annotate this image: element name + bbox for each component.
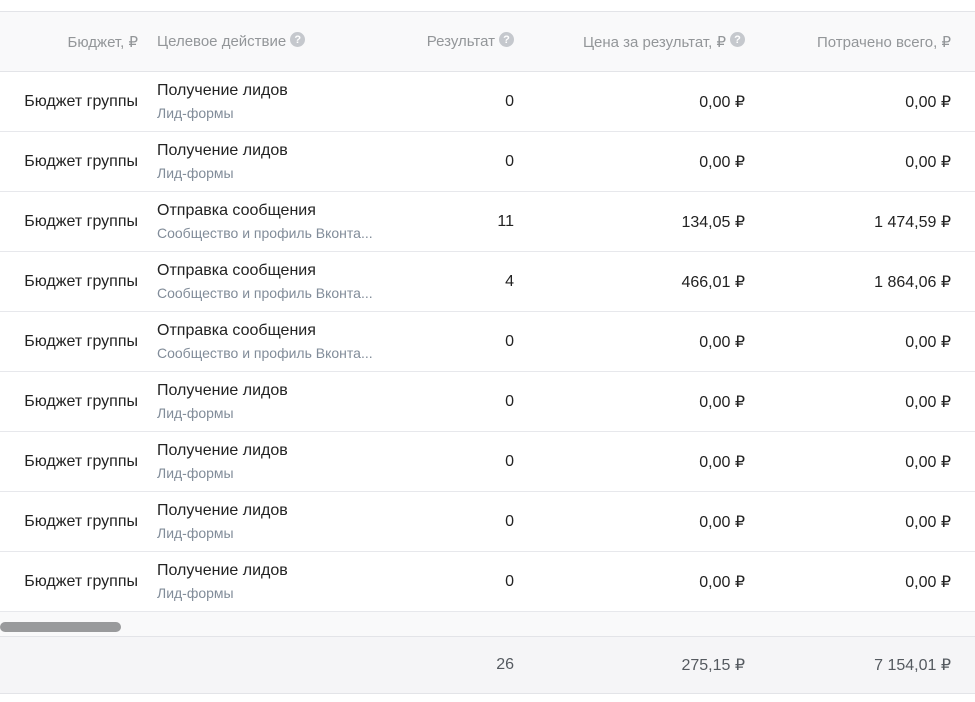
table-top-border — [0, 0, 975, 12]
price-cell: 0,00 ₽ — [699, 153, 745, 171]
budget-cell: Бюджет группы — [24, 212, 138, 230]
action-title: Получение лидов — [157, 382, 288, 399]
action-cell: Отправка сообщения Сообщество и профиль … — [157, 252, 397, 311]
horizontal-scrollbar[interactable] — [0, 612, 975, 636]
result-cell: 0 — [505, 332, 514, 350]
result-cell: 0 — [505, 512, 514, 530]
result-cell: 11 — [497, 212, 514, 230]
column-header-action[interactable]: Целевое действие ? — [157, 12, 397, 71]
action-subtitle: Сообщество и профиль Вконта... — [157, 345, 373, 361]
budget-cell: Бюджет группы — [24, 272, 138, 290]
column-header-price-label: Цена за результат, ₽ — [582, 33, 726, 51]
spent-cell: 0,00 ₽ — [905, 393, 951, 411]
spent-cell: 1 864,06 ₽ — [874, 273, 951, 291]
column-header-budget[interactable]: Бюджет, ₽ — [0, 12, 147, 71]
totals-row: 26 275,15 ₽ 7 154,01 ₽ — [0, 636, 975, 694]
budget-cell: Бюджет группы — [24, 572, 138, 590]
total-result: 26 — [496, 656, 514, 673]
price-cell: 0,00 ₽ — [699, 333, 745, 351]
spent-cell: 0,00 ₽ — [905, 333, 951, 351]
action-cell: Получение лидов Лид-формы — [157, 132, 397, 191]
table-row[interactable]: Бюджет группы Получение лидов Лид-формы … — [0, 552, 975, 612]
price-cell: 0,00 ₽ — [699, 453, 745, 471]
budget-cell: Бюджет группы — [24, 452, 138, 470]
result-cell: 0 — [505, 392, 514, 410]
total-spent: 7 154,01 ₽ — [874, 657, 951, 674]
action-title: Получение лидов — [157, 82, 288, 99]
budget-cell: Бюджет группы — [24, 332, 138, 350]
budget-cell: Бюджет группы — [24, 92, 138, 110]
action-subtitle: Лид-формы — [157, 465, 234, 481]
action-cell: Получение лидов Лид-формы — [157, 72, 397, 131]
column-header-budget-label: Бюджет, ₽ — [67, 33, 138, 51]
price-cell: 466,01 ₽ — [681, 273, 745, 291]
table-row[interactable]: Бюджет группы Получение лидов Лид-формы … — [0, 492, 975, 552]
action-title: Отправка сообщения — [157, 202, 316, 219]
spent-cell: 0,00 ₽ — [905, 153, 951, 171]
price-cell: 134,05 ₽ — [681, 213, 745, 231]
ads-stats-table: Бюджет, ₽ Целевое действие ? Результат ?… — [0, 12, 975, 612]
table-row[interactable]: Бюджет группы Получение лидов Лид-формы … — [0, 432, 975, 492]
column-header-price[interactable]: Цена за результат, ₽ ? — [520, 12, 745, 71]
result-cell: 4 — [505, 272, 514, 290]
help-icon[interactable]: ? — [730, 32, 745, 47]
budget-cell: Бюджет группы — [24, 512, 138, 530]
action-title: Получение лидов — [157, 442, 288, 459]
column-header-result-label: Результат — [426, 33, 495, 50]
action-subtitle: Лид-формы — [157, 525, 234, 541]
action-subtitle: Сообщество и профиль Вконта... — [157, 225, 373, 241]
spent-cell: 0,00 ₽ — [905, 93, 951, 111]
action-subtitle: Сообщество и профиль Вконта... — [157, 285, 373, 301]
action-title: Отправка сообщения — [157, 262, 316, 279]
table-row[interactable]: Бюджет группы Получение лидов Лид-формы … — [0, 132, 975, 192]
help-icon[interactable]: ? — [290, 32, 306, 47]
result-cell: 0 — [505, 452, 514, 470]
table-row[interactable]: Бюджет группы Отправка сообщения Сообщес… — [0, 312, 975, 372]
table-row[interactable]: Бюджет группы Отправка сообщения Сообщес… — [0, 192, 975, 252]
action-subtitle: Лид-формы — [157, 585, 234, 601]
action-cell: Отправка сообщения Сообщество и профиль … — [157, 192, 397, 251]
column-header-result[interactable]: Результат ? — [400, 12, 514, 71]
column-header-action-label: Целевое действие — [157, 33, 287, 50]
action-cell: Получение лидов Лид-формы — [157, 372, 397, 431]
column-header-spent-label: Потрачено всего, ₽ — [817, 33, 951, 51]
budget-cell: Бюджет группы — [24, 392, 138, 410]
help-icon[interactable]: ? — [499, 32, 514, 47]
price-cell: 0,00 ₽ — [699, 393, 745, 411]
price-cell: 0,00 ₽ — [699, 93, 745, 111]
spent-cell: 0,00 ₽ — [905, 573, 951, 591]
result-cell: 0 — [505, 572, 514, 590]
spent-cell: 1 474,59 ₽ — [874, 213, 951, 231]
action-title: Отправка сообщения — [157, 322, 316, 339]
table-header-row: Бюджет, ₽ Целевое действие ? Результат ?… — [0, 12, 975, 72]
price-cell: 0,00 ₽ — [699, 513, 745, 531]
result-cell: 0 — [505, 152, 514, 170]
action-title: Получение лидов — [157, 142, 288, 159]
scrollbar-thumb[interactable] — [0, 622, 121, 632]
action-cell: Получение лидов Лид-формы — [157, 552, 397, 611]
budget-cell: Бюджет группы — [24, 152, 138, 170]
result-cell: 0 — [505, 92, 514, 110]
action-cell: Отправка сообщения Сообщество и профиль … — [157, 312, 397, 371]
table-row[interactable]: Бюджет группы Получение лидов Лид-формы … — [0, 72, 975, 132]
spent-cell: 0,00 ₽ — [905, 513, 951, 531]
action-subtitle: Лид-формы — [157, 165, 234, 181]
action-subtitle: Лид-формы — [157, 405, 234, 421]
action-subtitle: Лид-формы — [157, 105, 234, 121]
spent-cell: 0,00 ₽ — [905, 453, 951, 471]
action-cell: Получение лидов Лид-формы — [157, 492, 397, 551]
action-cell: Получение лидов Лид-формы — [157, 432, 397, 491]
total-price: 275,15 ₽ — [681, 657, 745, 674]
action-title: Получение лидов — [157, 562, 288, 579]
action-title: Получение лидов — [157, 502, 288, 519]
price-cell: 0,00 ₽ — [699, 573, 745, 591]
table-row[interactable]: Бюджет группы Получение лидов Лид-формы … — [0, 372, 975, 432]
column-header-spent[interactable]: Потрачено всего, ₽ — [750, 12, 951, 71]
table-row[interactable]: Бюджет группы Отправка сообщения Сообщес… — [0, 252, 975, 312]
